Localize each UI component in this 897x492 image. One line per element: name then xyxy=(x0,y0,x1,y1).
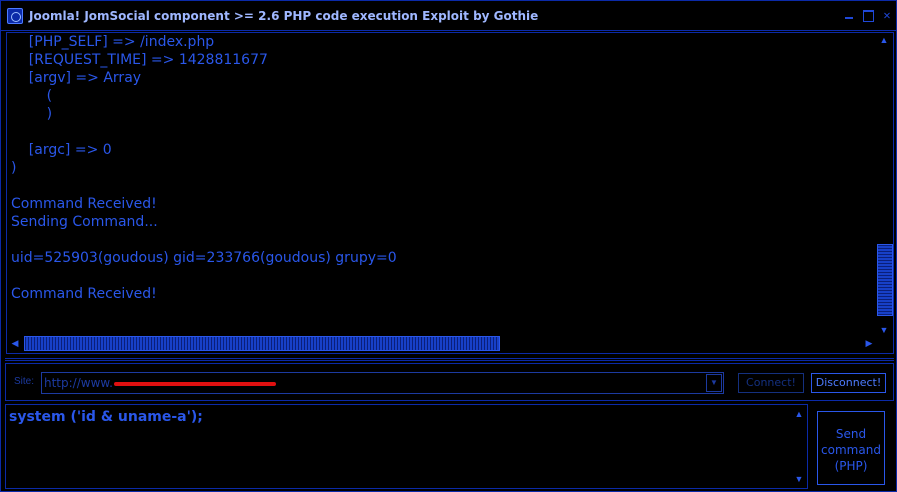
site-bar: Site: ▼ Connect! Disconnect! xyxy=(5,363,894,401)
command-area: ▲ ▼ xyxy=(5,404,808,489)
output-text: [PHP_SELF] => /index.php [REQUEST_TIME] … xyxy=(11,33,397,303)
output-line: [argv] => Array xyxy=(11,70,142,86)
splitter[interactable] xyxy=(5,358,894,361)
minimize-icon[interactable] xyxy=(842,8,856,22)
output-line: Command Received! xyxy=(11,286,157,302)
horizontal-scroll-thumb[interactable] xyxy=(24,336,500,351)
maximize-icon[interactable] xyxy=(861,8,875,22)
close-icon[interactable]: ✕ xyxy=(880,8,894,22)
output-line: [REQUEST_TIME] => 1428811677 xyxy=(11,52,268,68)
scroll-up-icon[interactable]: ▲ xyxy=(876,34,892,46)
output-horizontal-scrollbar[interactable]: ◀ ▶ xyxy=(8,334,876,352)
output-vertical-scrollbar[interactable]: ▲ ▼ xyxy=(876,34,893,336)
chevron-down-icon[interactable]: ▼ xyxy=(706,374,722,392)
connect-button[interactable]: Connect! xyxy=(738,373,804,393)
command-vertical-scrollbar[interactable]: ▲ ▼ xyxy=(792,406,806,487)
title-bar[interactable]: Joomla! JomSocial component >= 2.6 PHP c… xyxy=(1,1,896,31)
scroll-right-icon[interactable]: ▶ xyxy=(862,334,876,352)
scroll-up-icon[interactable]: ▲ xyxy=(792,408,806,420)
send-command-button[interactable]: Send command (PHP) xyxy=(817,411,885,485)
output-line: Command Received! xyxy=(11,196,157,212)
site-combo[interactable]: ▼ xyxy=(41,372,724,394)
scroll-down-icon[interactable]: ▼ xyxy=(792,473,806,485)
exploit-window: Joomla! JomSocial component >= 2.6 PHP c… xyxy=(0,0,897,492)
output-console[interactable]: [PHP_SELF] => /index.php [REQUEST_TIME] … xyxy=(6,32,894,354)
app-icon[interactable] xyxy=(7,8,23,24)
vertical-scroll-thumb[interactable] xyxy=(877,244,893,316)
output-line: Sending Command... xyxy=(11,214,158,230)
output-line: [argc] => 0 xyxy=(11,142,112,158)
scroll-down-icon[interactable]: ▼ xyxy=(876,324,892,336)
output-line: ) xyxy=(11,160,17,176)
output-line: [PHP_SELF] => /index.php xyxy=(11,34,215,50)
output-line: ) xyxy=(11,106,53,122)
window-title: Joomla! JomSocial component >= 2.6 PHP c… xyxy=(29,9,539,23)
scroll-left-icon[interactable]: ◀ xyxy=(8,334,22,352)
disconnect-button[interactable]: Disconnect! xyxy=(811,373,886,393)
site-label: Site: xyxy=(14,376,35,387)
output-line: ( xyxy=(11,88,53,104)
command-input[interactable] xyxy=(9,409,784,485)
output-line: uid=525903(goudous) gid=233766(goudous) … xyxy=(11,250,397,266)
redaction-mark xyxy=(114,382,276,386)
